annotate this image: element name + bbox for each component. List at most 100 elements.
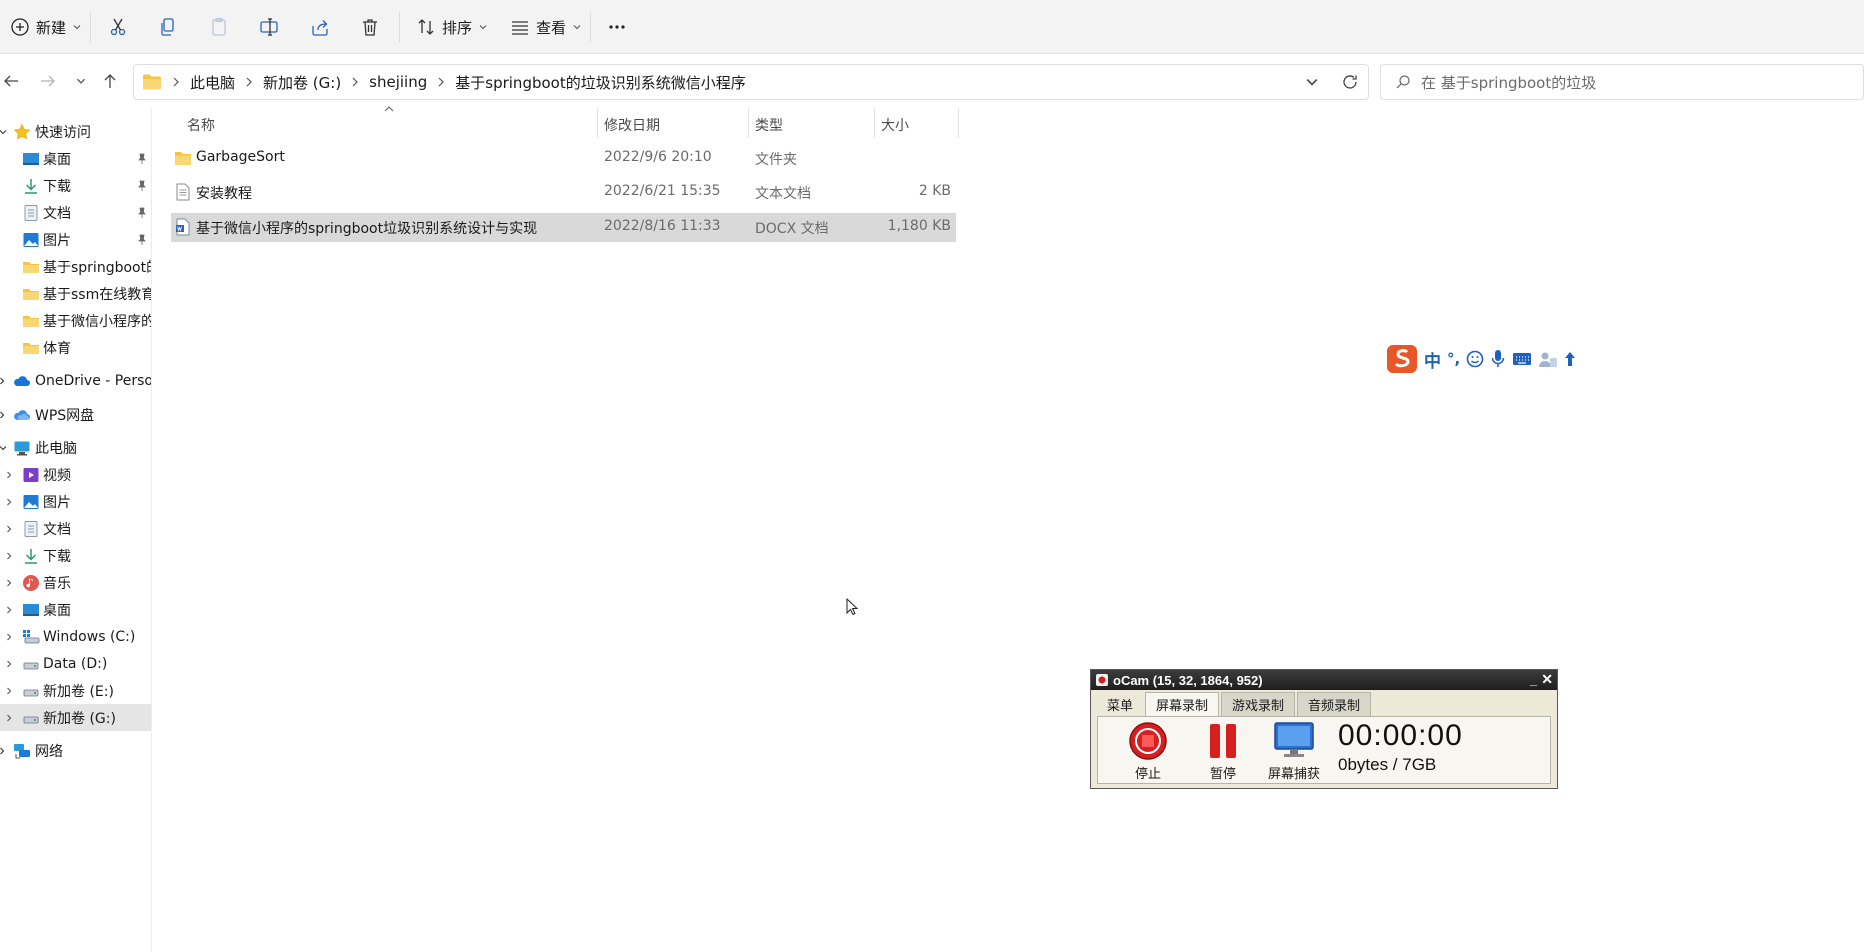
breadcrumb-this-pc[interactable]: 此电脑 — [190, 72, 235, 93]
ocam-title-bar[interactable]: oCam (15, 32, 1864, 952) _ ✕ — [1091, 670, 1557, 690]
pin-icon[interactable] — [136, 234, 148, 246]
file-modified: 2022/9/6 20:10 — [604, 149, 712, 165]
breadcrumb-shejiing[interactable]: shejiing — [369, 73, 427, 91]
sidebar-item-videos[interactable]: 视频 — [0, 461, 151, 488]
sidebar-item-documents[interactable]: 文档 — [0, 515, 151, 542]
column-header-modified[interactable]: 修改日期 — [604, 115, 660, 135]
keyboard-icon[interactable] — [1512, 351, 1532, 367]
expand-chevron-icon[interactable] — [0, 127, 8, 137]
expand-chevron-icon[interactable] — [4, 632, 14, 642]
network-icon — [14, 743, 30, 758]
sidebar-label: Windows (C:) — [43, 628, 136, 645]
column-header-type[interactable]: 类型 — [755, 115, 783, 135]
expand-chevron-icon[interactable] — [4, 578, 14, 588]
sidebar-item-folder[interactable]: 体育 — [0, 334, 151, 361]
expand-chevron-icon[interactable] — [4, 524, 14, 534]
address-bar[interactable]: 此电脑 新加卷 (G:) shejiing 基于springboot的垃圾识别系… — [133, 64, 1369, 100]
expand-chevron-icon[interactable] — [4, 686, 14, 696]
share-icon[interactable] — [302, 9, 338, 45]
column-divider[interactable] — [748, 108, 749, 138]
ime-mode-label[interactable]: 中 — [1424, 347, 1441, 372]
breadcrumb-volume-g[interactable]: 新加卷 (G:) — [263, 72, 341, 93]
file-row-selected[interactable]: 基于微信小程序的springboot垃圾识别系统设计与实现 2022/8/16 … — [171, 213, 956, 242]
minimize-icon[interactable]: _ — [1530, 672, 1537, 687]
expand-chevron-icon[interactable] — [4, 659, 14, 669]
column-header-name[interactable]: 名称 — [187, 115, 215, 135]
sidebar-item-desktop[interactable]: 桌面 — [0, 145, 151, 172]
sidebar-item-music[interactable]: 音乐 — [0, 569, 151, 596]
sidebar-item-this-pc[interactable]: 此电脑 — [0, 434, 151, 461]
sidebar-item-pictures[interactable]: 图片 — [0, 226, 151, 253]
expand-chevron-icon[interactable] — [0, 376, 7, 386]
pin-icon[interactable] — [136, 180, 148, 192]
expand-chevron-icon[interactable] — [4, 497, 14, 507]
sidebar-item-pictures[interactable]: 图片 — [0, 488, 151, 515]
expand-chevron-icon[interactable] — [4, 470, 14, 480]
sidebar-item-folder[interactable]: 基于ssm在线教育系 — [0, 280, 151, 307]
expand-chevron-icon[interactable] — [0, 746, 7, 756]
address-history-chevron-icon[interactable] — [1304, 74, 1320, 90]
sidebar-item-drive-d[interactable]: Data (D:) — [0, 650, 151, 677]
sort-button[interactable]: 排序 — [408, 9, 496, 45]
delete-icon[interactable] — [352, 9, 388, 45]
ocam-tab-menu[interactable]: 菜单 — [1097, 692, 1143, 716]
sidebar-quick-access[interactable]: 快速访问 — [0, 118, 151, 145]
refresh-icon[interactable] — [1341, 73, 1359, 91]
sidebar-item-drive-e[interactable]: 新加卷 (E:) — [0, 677, 151, 704]
new-button[interactable]: 新建 — [2, 9, 90, 45]
sidebar-item-downloads[interactable]: 下载 — [0, 542, 151, 569]
drive-icon — [23, 662, 39, 669]
sidebar-item-desktop[interactable]: 桌面 — [0, 596, 151, 623]
close-icon[interactable]: ✕ — [1541, 671, 1553, 688]
ocam-tab-audio-record[interactable]: 音频录制 — [1297, 692, 1372, 716]
ime-punctuation-label[interactable]: °, — [1447, 350, 1460, 368]
chevron-down-icon — [478, 22, 488, 32]
expand-chevron-icon[interactable] — [4, 551, 14, 561]
sidebar-item-documents[interactable]: 文档 — [0, 199, 151, 226]
view-button[interactable]: 查看 — [502, 9, 590, 45]
pin-icon[interactable] — [136, 207, 148, 219]
breadcrumb-current-folder[interactable]: 基于springboot的垃圾识别系统微信小程序 — [455, 72, 745, 93]
expand-chevron-icon[interactable] — [4, 605, 14, 615]
sidebar-item-onedrive[interactable]: OneDrive - Persona — [0, 367, 151, 394]
sidebar-item-wps-cloud[interactable]: WPS网盘 — [0, 401, 151, 428]
rename-icon[interactable] — [251, 9, 287, 45]
cut-icon[interactable] — [100, 9, 136, 45]
copy-icon[interactable] — [150, 9, 186, 45]
stop-button[interactable]: 停止 — [1120, 721, 1176, 782]
recording-size: 0bytes / 7GB — [1338, 755, 1437, 774]
file-row[interactable]: 安装教程 2022/6/21 15:35 文本文档 2 KB — [171, 178, 956, 207]
sidebar-item-drive-g[interactable]: 新加卷 (G:) — [0, 704, 151, 731]
sidebar-item-folder[interactable]: 基于微信小程序的sp — [0, 307, 151, 334]
up-arrow-icon[interactable] — [95, 66, 125, 96]
ocam-tab-screen-record[interactable]: 屏幕录制 — [1145, 692, 1220, 716]
microphone-icon[interactable] — [1490, 349, 1506, 369]
column-divider[interactable] — [958, 108, 959, 138]
pin-icon[interactable] — [136, 153, 148, 165]
column-header-size[interactable]: 大小 — [881, 115, 909, 135]
file-row[interactable]: GarbageSort 2022/9/6 20:10 文件夹 — [171, 144, 956, 173]
expand-chevron-icon[interactable] — [0, 443, 8, 453]
pause-button[interactable]: 暂停 — [1195, 721, 1251, 782]
forward-arrow-icon[interactable] — [33, 66, 63, 96]
column-divider[interactable] — [874, 108, 875, 138]
sidebar-item-drive-c[interactable]: Windows (C:) — [0, 623, 151, 650]
expand-chevron-icon[interactable] — [4, 713, 14, 723]
recent-locations-chevron-icon[interactable] — [66, 66, 96, 96]
ocam-tab-game-record[interactable]: 游戏录制 — [1221, 692, 1296, 716]
sidebar-item-network[interactable]: 网络 — [0, 737, 151, 764]
screen-capture-button[interactable]: 屏幕捕获 — [1266, 721, 1322, 782]
back-arrow-icon[interactable] — [0, 66, 26, 96]
search-box[interactable]: 在 基于springboot的垃圾 — [1380, 64, 1864, 100]
sidebar-item-folder[interactable]: 基于springboot的垃 — [0, 253, 151, 280]
sidebar-item-downloads[interactable]: 下载 — [0, 172, 151, 199]
emoji-icon[interactable] — [1466, 350, 1484, 368]
sogou-logo-icon[interactable] — [1386, 344, 1418, 374]
expand-chevron-icon[interactable] — [0, 410, 7, 420]
column-divider[interactable] — [597, 108, 598, 138]
toolbar-divider — [90, 12, 91, 42]
more-options-icon[interactable] — [599, 9, 635, 45]
user-account-icon[interactable] — [1538, 350, 1558, 368]
folder-icon — [23, 342, 39, 354]
expand-arrow-icon[interactable] — [1564, 350, 1576, 368]
